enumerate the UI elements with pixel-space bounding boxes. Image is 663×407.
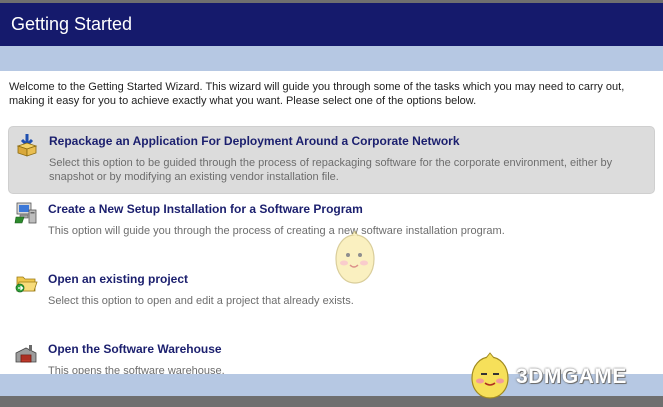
option-description: Select this option to be guided through …: [49, 157, 613, 183]
option-description: Select this option to open and edit a pr…: [48, 295, 354, 307]
watermark-text: 3DMGAME: [516, 365, 627, 388]
page-title: Getting Started: [0, 3, 663, 46]
option-title: Create a New Setup Installation for a So…: [48, 202, 363, 216]
repackage-box-icon: [16, 134, 38, 157]
mascot-logo-icon: [471, 352, 509, 399]
wizard-content: Welcome to the Getting Started Wizard. T…: [0, 71, 663, 374]
mascot-watermark-icon: [335, 231, 375, 284]
computer-setup-icon: [14, 202, 37, 224]
watermark: 3DMGAME: [468, 352, 658, 402]
option-repackage[interactable]: Repackage an Application For Deployment …: [8, 126, 655, 194]
open-folder-icon: [15, 276, 38, 293]
warehouse-icon: [15, 345, 37, 363]
option-title: Open the Software Warehouse: [48, 342, 222, 356]
intro-text: Welcome to the Getting Started Wizard. T…: [9, 81, 625, 107]
option-title: Open an existing project: [48, 272, 189, 286]
option-title: Repackage an Application For Deployment …: [49, 134, 460, 148]
header-band: [0, 46, 663, 71]
